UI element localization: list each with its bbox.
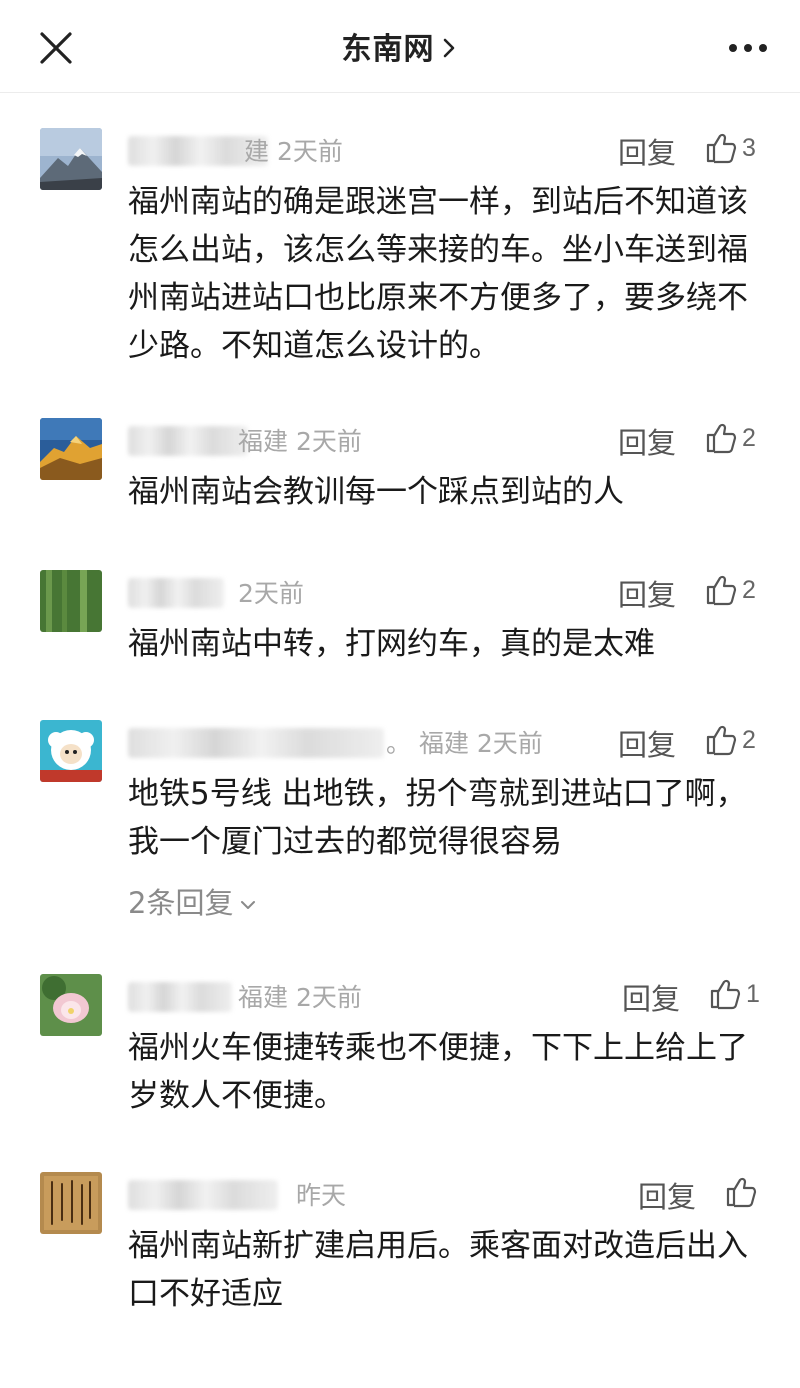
- thumbs-up-icon: [706, 575, 737, 606]
- reply-button[interactable]: 回复: [618, 420, 676, 462]
- comment-meta: 2天前: [238, 579, 304, 608]
- reply-button[interactable]: 回复: [618, 722, 676, 764]
- bamboo-avatar-icon: [40, 570, 102, 632]
- expand-replies-button[interactable]: 2条回复: [128, 880, 257, 922]
- thumbs-up-icon: [710, 979, 741, 1010]
- more-button[interactable]: [726, 30, 770, 66]
- avatar[interactable]: [40, 720, 102, 782]
- reply-button[interactable]: 回复: [638, 1174, 696, 1216]
- reply-button[interactable]: 回复: [618, 130, 676, 172]
- mountain-avatar-icon: [40, 128, 102, 190]
- comment-meta: 福建 2天前: [238, 983, 362, 1012]
- comment-text: 地铁5号线 出地铁，拐个弯就到进站口了啊，我一个厦门过去的都觉得很容易: [128, 776, 747, 860]
- like-button[interactable]: 2: [704, 720, 756, 760]
- lotus-avatar-icon: [40, 974, 102, 1036]
- reply-button[interactable]: 回复: [618, 572, 676, 614]
- username-redacted: [128, 426, 248, 456]
- like-button[interactable]: [724, 1172, 758, 1212]
- comment-text: 福州南站中转，打网约车，真的是太难: [128, 626, 655, 662]
- replies-count-label: 2条回复: [128, 886, 234, 920]
- chevron-right-icon: [443, 38, 454, 58]
- thumbs-up-icon: [726, 1177, 757, 1208]
- like-count: 1: [746, 979, 760, 1008]
- like-count: 3: [742, 133, 756, 162]
- like-count: 2: [742, 575, 756, 604]
- cartoon-sheep-avatar-icon: [40, 720, 102, 782]
- avatar[interactable]: [40, 418, 102, 480]
- reply-button[interactable]: 回复: [622, 976, 680, 1018]
- like-button[interactable]: 3: [704, 128, 756, 168]
- calligraphy-avatar-icon: [40, 1172, 102, 1234]
- chevron-down-icon: [241, 901, 256, 909]
- comment-meta: 昨天: [296, 1181, 347, 1210]
- sunset-mountain-avatar-icon: [40, 418, 102, 480]
- avatar[interactable]: [40, 128, 102, 190]
- like-button[interactable]: 2: [704, 418, 756, 458]
- comment-text: 福州南站新扩建启用后。乘客面对改造后出入口不好适应: [128, 1228, 748, 1312]
- thumbs-up-icon: [706, 725, 737, 756]
- thumbs-up-icon: [706, 423, 737, 454]
- avatar[interactable]: [40, 570, 102, 632]
- comment-text: 福州南站会教训每一个踩点到站的人: [128, 474, 624, 510]
- page-title: 东南网: [341, 32, 435, 67]
- comment-meta: 建 2天前: [244, 137, 343, 166]
- like-count: 2: [742, 725, 756, 754]
- comment-text: 福州南站的确是跟迷宫一样，到站后不知道该怎么出站，该怎么等来接的车。坐小车送到福…: [128, 184, 748, 364]
- more-dots-icon: [729, 44, 767, 52]
- avatar[interactable]: [40, 1172, 102, 1234]
- page-title-link[interactable]: 东南网: [0, 24, 800, 68]
- comment-meta: 。 福建 2天前: [386, 729, 543, 758]
- comment-text: 福州火车便捷转乘也不便捷，下下上上给上了岁数人不便捷。: [128, 1030, 748, 1114]
- comment-meta: 福建 2天前: [238, 427, 362, 456]
- thumbs-up-icon: [706, 133, 737, 164]
- username-redacted: [128, 1180, 278, 1210]
- username-redacted: [128, 578, 224, 608]
- username-redacted: [128, 982, 232, 1012]
- top-bar: 东南网: [0, 0, 800, 93]
- like-button[interactable]: 1: [708, 974, 760, 1014]
- like-count: 2: [742, 423, 756, 452]
- username-redacted: [128, 728, 384, 758]
- like-button[interactable]: 2: [704, 570, 756, 610]
- avatar[interactable]: [40, 974, 102, 1036]
